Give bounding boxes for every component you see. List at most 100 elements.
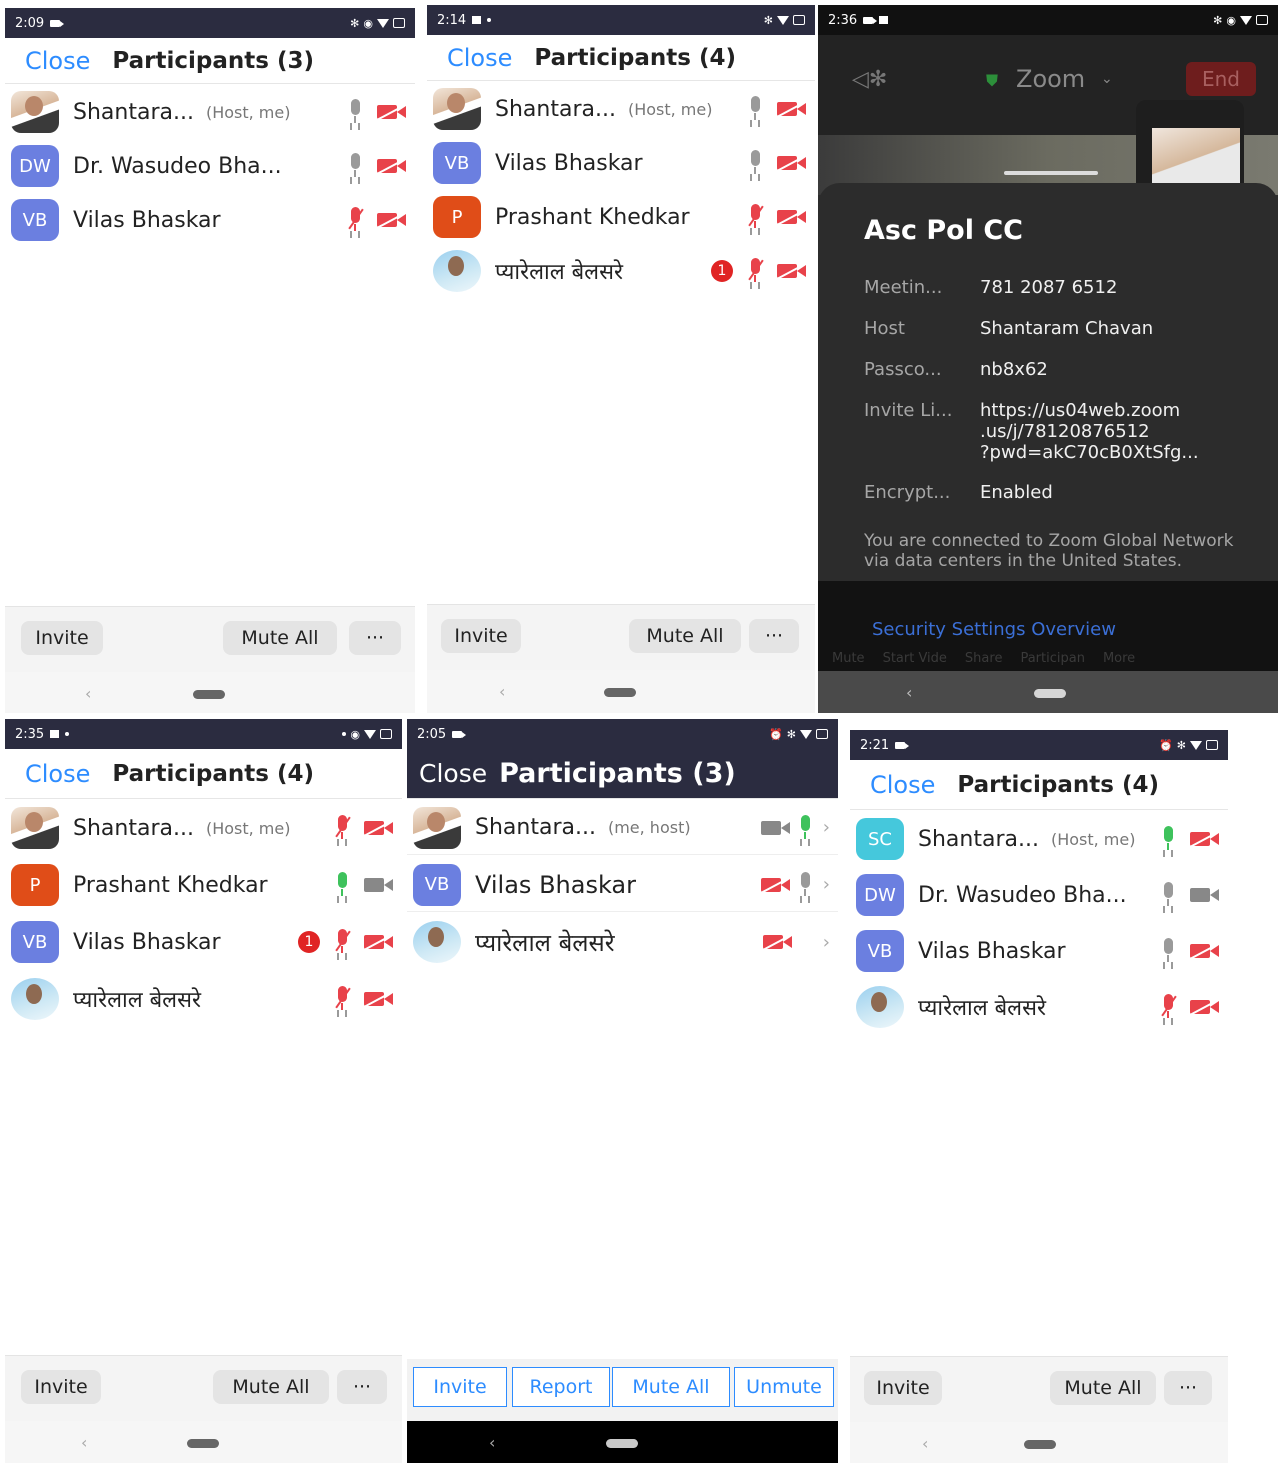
participant-row[interactable]: SC Shantara... (Host, me): [850, 812, 1228, 866]
back-icon[interactable]: ‹: [81, 1433, 87, 1452]
back-icon[interactable]: ‹: [922, 1434, 928, 1453]
close-button[interactable]: Close: [447, 44, 512, 72]
microphone-muted-icon[interactable]: [334, 929, 351, 955]
toolbar-share[interactable]: Share: [965, 651, 1003, 666]
toolbar-mute[interactable]: Mute: [832, 651, 865, 666]
microphone-muted-icon[interactable]: [1160, 994, 1177, 1020]
microphone-icon[interactable]: [347, 99, 363, 125]
invite-button[interactable]: Invite: [21, 1370, 101, 1404]
invite-button[interactable]: Invite: [413, 1367, 507, 1407]
mute-all-button[interactable]: Mute All: [213, 1370, 329, 1404]
back-icon[interactable]: ‹: [499, 682, 505, 701]
more-button[interactable]: ···: [349, 621, 401, 655]
invite-button[interactable]: Invite: [21, 621, 103, 655]
video-off-icon[interactable]: [776, 154, 808, 172]
participant-row[interactable]: VB Vilas Bhaskar 1: [5, 915, 402, 969]
chevron-right-icon[interactable]: ›: [823, 817, 830, 838]
mute-all-button[interactable]: Mute All: [612, 1367, 730, 1407]
microphone-muted-icon[interactable]: [347, 207, 364, 233]
chevron-right-icon[interactable]: ›: [823, 932, 830, 953]
participant-row[interactable]: Shantara... (Host, me): [5, 85, 415, 139]
toolbar-start-video[interactable]: Start Vide: [883, 651, 947, 666]
close-button[interactable]: Close: [25, 760, 90, 788]
invite-button[interactable]: Invite: [864, 1371, 942, 1405]
video-off-icon[interactable]: [760, 875, 792, 894]
microphone-muted-icon[interactable]: [334, 986, 351, 1012]
speaker-bluetooth-icon[interactable]: ◁✻: [852, 67, 887, 92]
video-off-icon[interactable]: [363, 819, 395, 837]
home-pill[interactable]: [187, 1439, 219, 1448]
microphone-active-icon[interactable]: [1160, 826, 1176, 852]
chevron-right-icon[interactable]: ›: [823, 874, 830, 895]
video-off-icon[interactable]: [1189, 998, 1221, 1016]
participant-row[interactable]: DW Dr. Wasudeo Bha...: [5, 139, 415, 193]
video-off-icon[interactable]: [1189, 830, 1221, 848]
video-off-icon[interactable]: [776, 208, 808, 226]
video-off-icon[interactable]: [363, 990, 395, 1008]
close-button[interactable]: Close: [870, 771, 935, 799]
participant-row[interactable]: Shantara... (Host, me): [427, 82, 815, 136]
microphone-icon[interactable]: [747, 150, 763, 176]
participant-row[interactable]: प्यारेलाल बेलसरे 1: [427, 244, 815, 298]
video-off-icon[interactable]: [1189, 942, 1221, 960]
participant-row[interactable]: Shantara... (Host, me): [5, 801, 402, 855]
microphone-icon[interactable]: [1160, 938, 1176, 964]
participant-row[interactable]: VB Vilas Bhaskar: [427, 136, 815, 190]
home-pill[interactable]: [193, 690, 225, 699]
toolbar-participants[interactable]: Participan: [1020, 651, 1085, 666]
drag-handle[interactable]: [1004, 171, 1098, 175]
back-icon[interactable]: ‹: [85, 684, 91, 703]
mute-all-button[interactable]: Mute All: [223, 621, 337, 655]
microphone-muted-icon[interactable]: [747, 204, 764, 230]
participant-row[interactable]: प्यारेलाल बेलसरे: [850, 980, 1228, 1034]
security-settings-link[interactable]: Security Settings Overview: [872, 619, 1116, 640]
participant-row[interactable]: प्यारेलाल बेलसरे ›: [407, 915, 838, 969]
participant-row[interactable]: VB Vilas Bhaskar: [5, 193, 415, 247]
more-button[interactable]: ···: [337, 1370, 387, 1404]
end-button[interactable]: End: [1186, 62, 1256, 96]
video-on-icon[interactable]: [1190, 886, 1220, 904]
more-button[interactable]: ···: [749, 619, 799, 653]
microphone-active-icon[interactable]: [797, 814, 813, 841]
microphone-icon[interactable]: [1160, 882, 1176, 908]
more-button[interactable]: ···: [1164, 1371, 1212, 1405]
close-button[interactable]: Close: [419, 759, 487, 788]
close-button[interactable]: Close: [25, 47, 90, 75]
home-pill[interactable]: [604, 688, 636, 697]
video-off-icon[interactable]: [376, 211, 408, 229]
participant-row[interactable]: P Prashant Khedkar: [427, 190, 815, 244]
microphone-muted-icon[interactable]: [747, 258, 764, 284]
video-off-icon[interactable]: [376, 157, 408, 175]
microphone-icon[interactable]: [797, 871, 813, 898]
chevron-down-icon[interactable]: ⌄: [1101, 71, 1113, 87]
report-button[interactable]: Report: [512, 1367, 610, 1407]
back-icon[interactable]: ‹: [489, 1433, 495, 1452]
video-off-icon[interactable]: [776, 100, 808, 118]
mute-all-button[interactable]: Mute All: [1050, 1371, 1156, 1405]
video-on-icon[interactable]: [364, 876, 394, 894]
video-off-icon[interactable]: [762, 933, 794, 951]
meeting-app-title[interactable]: Zoom: [1016, 65, 1085, 93]
mute-all-button[interactable]: Mute All: [629, 619, 741, 653]
unmute-button[interactable]: Unmute: [734, 1367, 834, 1407]
microphone-icon[interactable]: [347, 153, 363, 179]
invite-button[interactable]: Invite: [441, 619, 521, 653]
microphone-icon[interactable]: [747, 96, 763, 122]
home-pill[interactable]: [606, 1439, 638, 1448]
video-off-icon[interactable]: [376, 103, 408, 121]
microphone-active-icon[interactable]: [334, 872, 350, 898]
home-pill[interactable]: [1024, 1440, 1056, 1449]
invite-link-value[interactable]: https://us04web.zoom .us/j/78120876512 ?…: [980, 400, 1199, 463]
toolbar-more[interactable]: More: [1103, 651, 1135, 666]
participant-row[interactable]: प्यारेलाल बेलसरे: [5, 972, 402, 1026]
back-icon[interactable]: ‹: [906, 683, 912, 702]
video-off-icon[interactable]: [776, 262, 808, 280]
home-pill[interactable]: [1034, 689, 1066, 698]
video-off-icon[interactable]: [363, 933, 395, 951]
microphone-muted-icon[interactable]: [334, 815, 351, 841]
participant-row[interactable]: Shantara... (me, host) ›: [407, 801, 838, 855]
video-on-icon[interactable]: [760, 819, 791, 837]
participant-row[interactable]: VB Vilas Bhaskar: [850, 924, 1228, 978]
participant-row[interactable]: P Prashant Khedkar: [5, 858, 402, 912]
participant-row[interactable]: VB Vilas Bhaskar ›: [407, 858, 838, 912]
